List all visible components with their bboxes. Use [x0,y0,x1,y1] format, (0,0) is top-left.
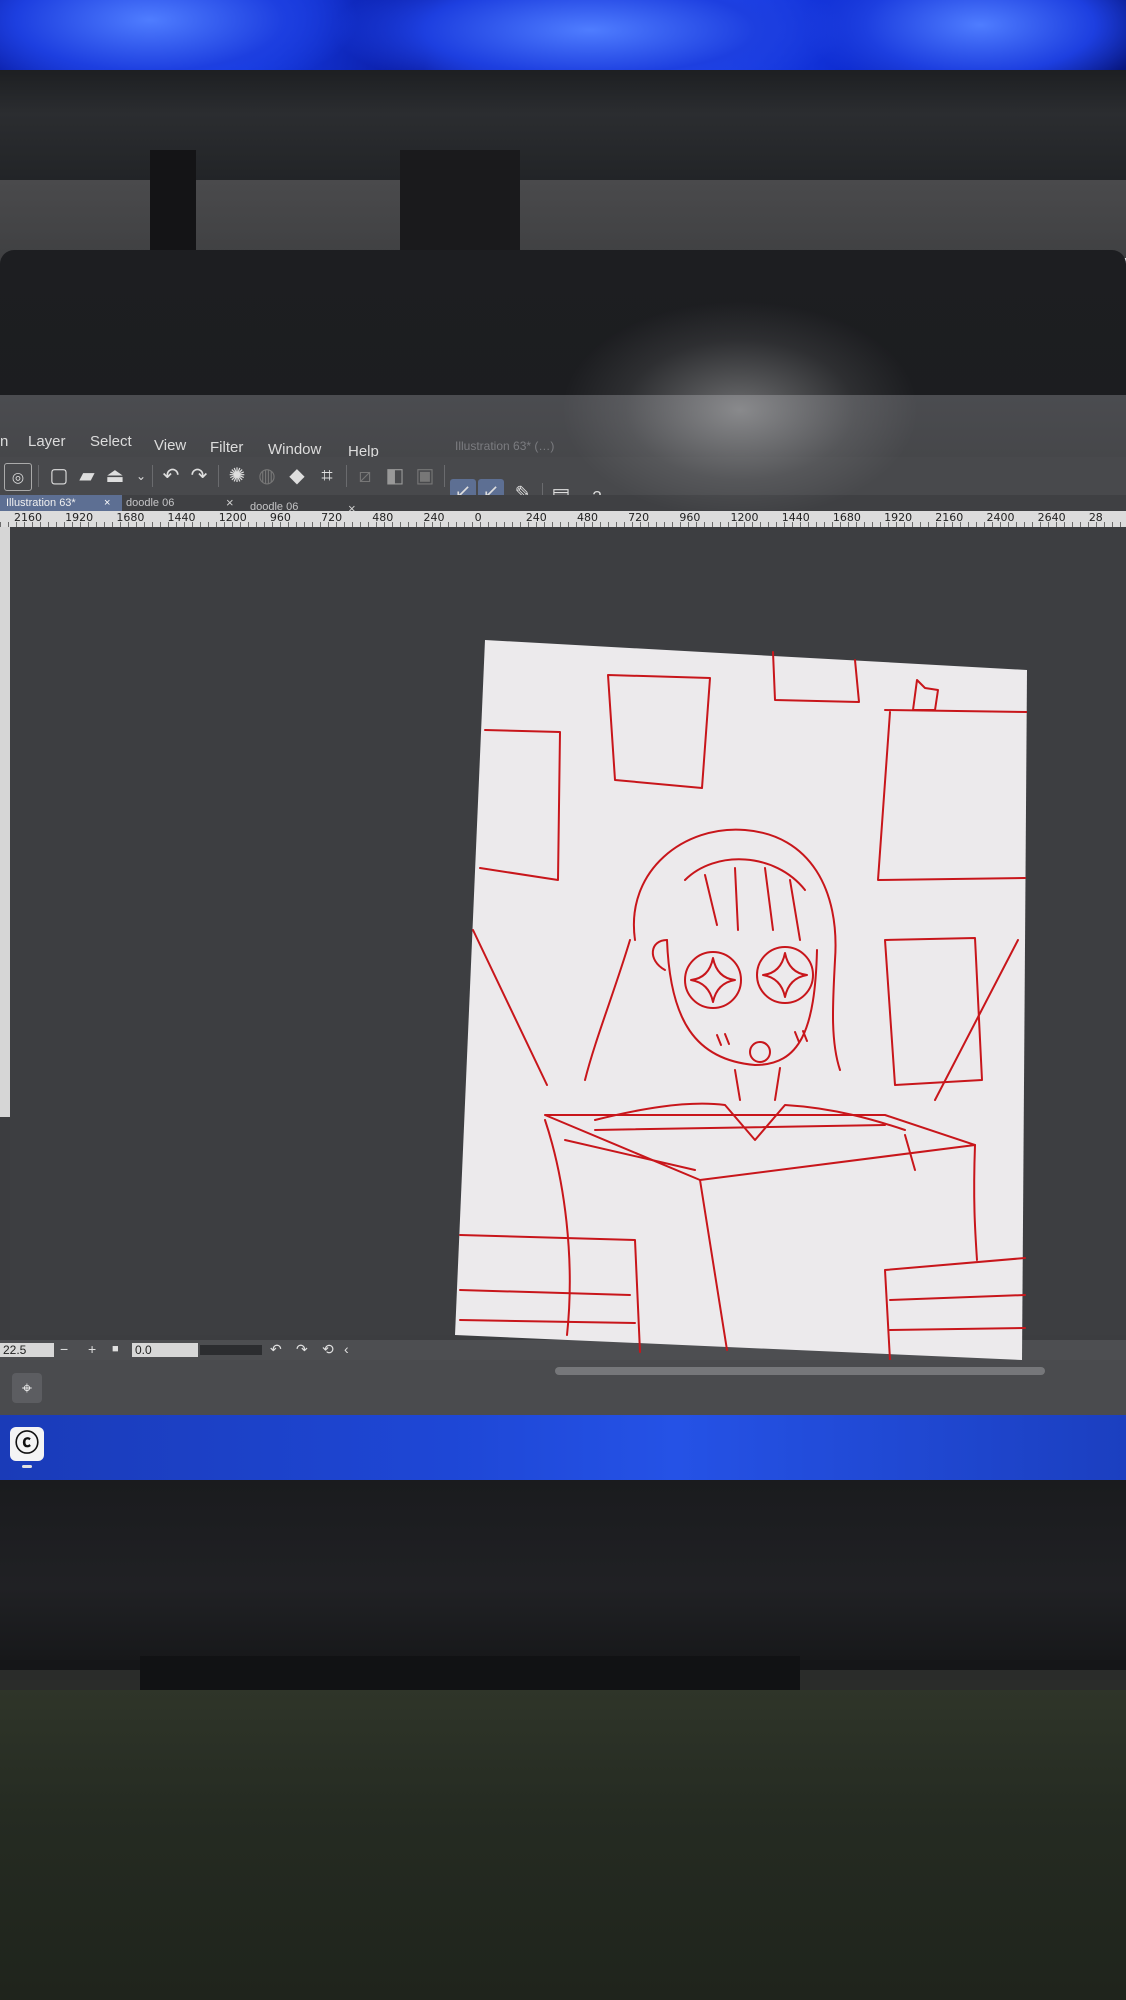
open-file-icon[interactable]: ▢ [46,463,72,489]
save-icon[interactable]: ▰ [74,463,100,489]
desk-mat [0,1690,1126,2000]
fill-icon[interactable]: ◆ [284,463,310,489]
ruler-label: 1440 [781,511,810,524]
tab-doodle-06[interactable]: doodle 06 [120,495,236,511]
window-title: Illustration 63* (…) [455,439,555,453]
reset-rotation-icon[interactable]: ⟲ [322,1341,334,1358]
horizontal-scrollbar[interactable] [555,1367,1045,1375]
toolbar-separator [444,465,445,487]
ruler-label: 1200 [218,511,247,524]
pen-display-bezel-bottom [0,1480,1126,1660]
ruler-label: 2160 [14,511,42,524]
toolbar-separator [346,465,347,487]
ruler-label: 240 [423,511,445,524]
zoom-field[interactable]: 22.5 [0,1343,54,1357]
loading-icon[interactable]: ✺ [224,463,250,489]
sketch-canvas[interactable] [455,640,1027,1360]
taskbar [0,1415,1126,1485]
ruler-label: 1680 [832,511,861,524]
transform-icon[interactable]: ⌗ [314,463,340,489]
ruler-label: 1200 [730,511,759,524]
toolbar-separator [152,465,153,487]
tab-label: doodle 06 [126,497,175,509]
snap-ruler-icon[interactable]: ⧄ [352,463,378,489]
rotation-field[interactable]: 0.0 [132,1343,198,1357]
zoom-in-button[interactable]: + [88,1341,96,1357]
ruler-label: 480 [577,511,598,524]
ruler-label: 2160 [935,511,964,524]
tab-illustration-63[interactable]: Illustration 63* × [0,495,122,511]
vertical-ruler[interactable] [0,527,10,1117]
taskbar-running-indicator [22,1465,32,1468]
flip-icon[interactable]: ‹ [344,1341,349,1357]
ruler-label: 2640 [1037,511,1066,524]
clip-studio-icon[interactable]: ⓒ [10,1427,44,1461]
menu-file[interactable]: n [0,433,8,450]
ruler-label: 240 [525,511,547,524]
ruler-label: 1440 [167,511,196,524]
ruler-label: 960 [679,511,701,524]
ruler-label: 720 [321,511,343,524]
ruler-label: 1920 [65,511,94,524]
ruler-label: 28 [1088,511,1103,524]
menu-window[interactable]: Window [268,441,321,458]
ruler-label: 1920 [884,511,913,524]
toolbar-separator [218,465,219,487]
ruler-label: 2400 [986,511,1015,524]
tab-label: Illustration 63* [6,497,76,509]
ruler-label: 480 [372,511,394,524]
canvas-paper [455,640,1027,1360]
ruler-label: 720 [628,511,650,524]
ruler-label: 1680 [116,511,145,524]
menu-select[interactable]: Select [90,433,132,450]
rotate-left-icon[interactable]: ↶ [270,1341,282,1358]
snap-grid-icon[interactable]: ▣ [412,463,438,489]
export-icon[interactable]: ⏏ [102,463,128,489]
fit-view-icon[interactable]: ■ [112,1343,119,1355]
ruler-label: 0 [474,511,482,524]
chevron-down-icon[interactable]: ⌄ [128,463,154,489]
redo-icon[interactable]: ↷ [186,463,212,489]
menu-view[interactable]: View [154,437,186,454]
ruler-label: 960 [269,511,291,524]
undo-icon[interactable]: ↶ [158,463,184,489]
zoom-out-button[interactable]: − [60,1341,68,1357]
clear-icon[interactable]: ◍ [254,463,280,489]
snap-special-ruler-icon[interactable]: ◧ [382,463,408,489]
menu-layer[interactable]: Layer [28,433,66,450]
toolbar-separator [38,465,39,487]
rotate-right-icon[interactable]: ↷ [296,1341,308,1358]
close-icon[interactable]: × [104,495,110,511]
menu-filter[interactable]: Filter [210,439,243,456]
navigator-icon[interactable]: ⌖ [12,1373,42,1403]
rotation-slider[interactable] [200,1345,262,1355]
close-icon[interactable]: × [226,495,234,511]
new-canvas-icon[interactable]: ◎ [4,463,32,491]
